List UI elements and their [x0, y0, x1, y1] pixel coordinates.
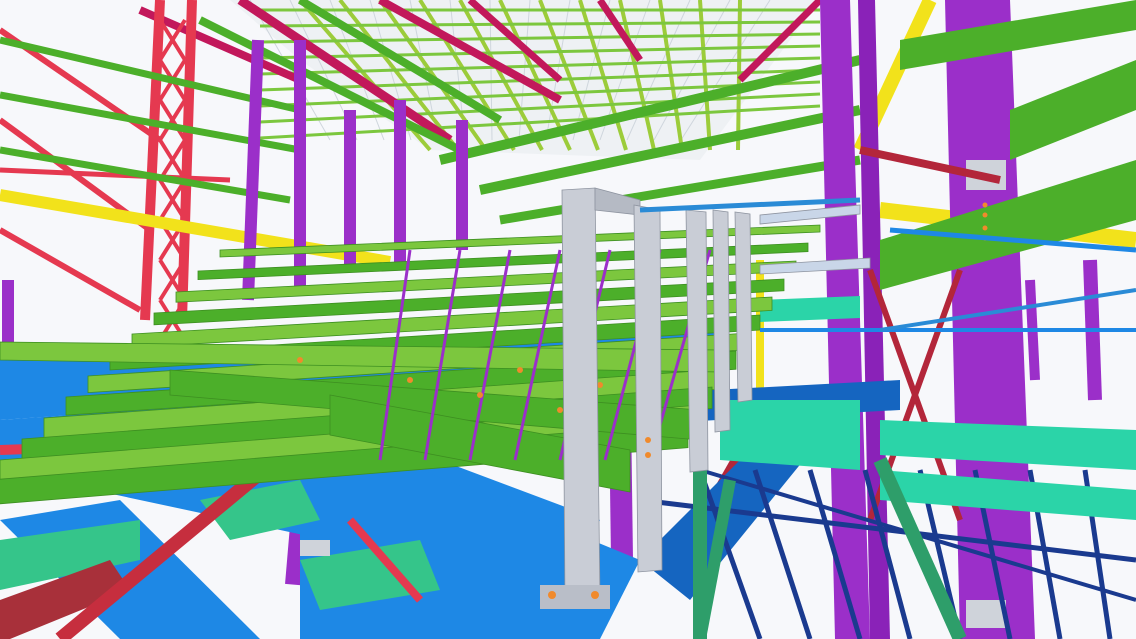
column-base-plate — [966, 600, 1006, 628]
bolt — [645, 452, 651, 458]
teal-beam — [720, 400, 860, 470]
connection-plate — [300, 540, 330, 556]
bolt — [982, 212, 988, 218]
structure-render — [0, 0, 1136, 639]
bolt — [982, 225, 988, 231]
bolt — [645, 437, 651, 443]
bolt — [407, 377, 413, 383]
bolt — [597, 382, 603, 388]
steel-structure-3d-model — [0, 0, 1136, 639]
bolt — [557, 407, 563, 413]
grey-column — [685, 209, 709, 473]
grey-column — [561, 187, 601, 606]
bolt — [297, 357, 303, 363]
grey-column — [712, 209, 731, 433]
bolt — [477, 392, 483, 398]
teal-beam-upper — [760, 296, 860, 322]
bolt — [517, 367, 523, 373]
grey-column — [734, 211, 753, 403]
grey-column — [633, 204, 663, 573]
bolt — [982, 202, 988, 208]
bolt — [548, 591, 556, 599]
bolt — [591, 591, 599, 599]
